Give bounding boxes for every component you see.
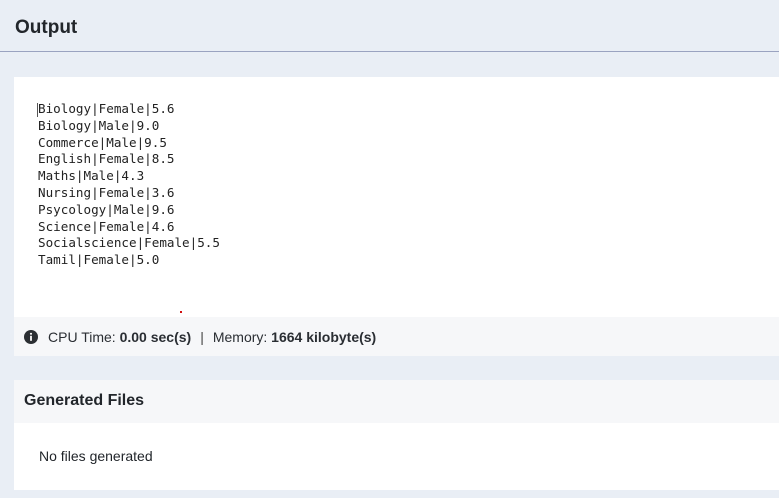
- output-header: Output: [0, 0, 779, 52]
- cpu-time-label: CPU Time:: [48, 328, 116, 345]
- output-panel: Biology|Female|5.6 Biology|Male|9.0 Commer…: [14, 77, 779, 356]
- cpu-time-value: 0.00 sec(s): [119, 328, 192, 345]
- console-line: English|Female|8.5: [38, 151, 175, 167]
- memory-label: Memory:: [212, 328, 268, 345]
- generated-files-title: Generated Files: [24, 392, 145, 409]
- red-dot-marker: [180, 311, 182, 313]
- console-output[interactable]: Biology|Female|5.6 Biology|Male|9.0 Commer…: [38, 101, 220, 269]
- output-title: Output: [15, 17, 78, 38]
- console-line: Commerce|Male|9.5: [38, 134, 167, 150]
- console-line: Socialscience|Female|5.5: [38, 235, 220, 251]
- console-line: Tamil|Female|5.0: [38, 252, 160, 268]
- execution-stats-bar: CPU Time: 0.00 sec(s) | Memory: 1664 kil…: [14, 317, 779, 356]
- console-line: Nursing|Female|3.6: [38, 184, 175, 200]
- console-line: Maths|Male|4.3: [38, 168, 145, 184]
- console-line: Biology|Female|5.6: [38, 101, 175, 116]
- stats-separator: |: [200, 328, 204, 345]
- console-line: Psycology|Male|9.6: [38, 201, 175, 217]
- console-line: Biology|Male|9.0: [38, 117, 160, 133]
- generated-files-header: Generated Files: [14, 380, 779, 423]
- console-line: Science|Female|4.6: [38, 218, 175, 234]
- generated-files-panel: Generated Files No files generated: [14, 380, 779, 490]
- memory-value: 1664 kilobyte(s): [271, 328, 377, 345]
- info-icon: [24, 329, 38, 344]
- no-files-message: No files generated: [39, 448, 153, 464]
